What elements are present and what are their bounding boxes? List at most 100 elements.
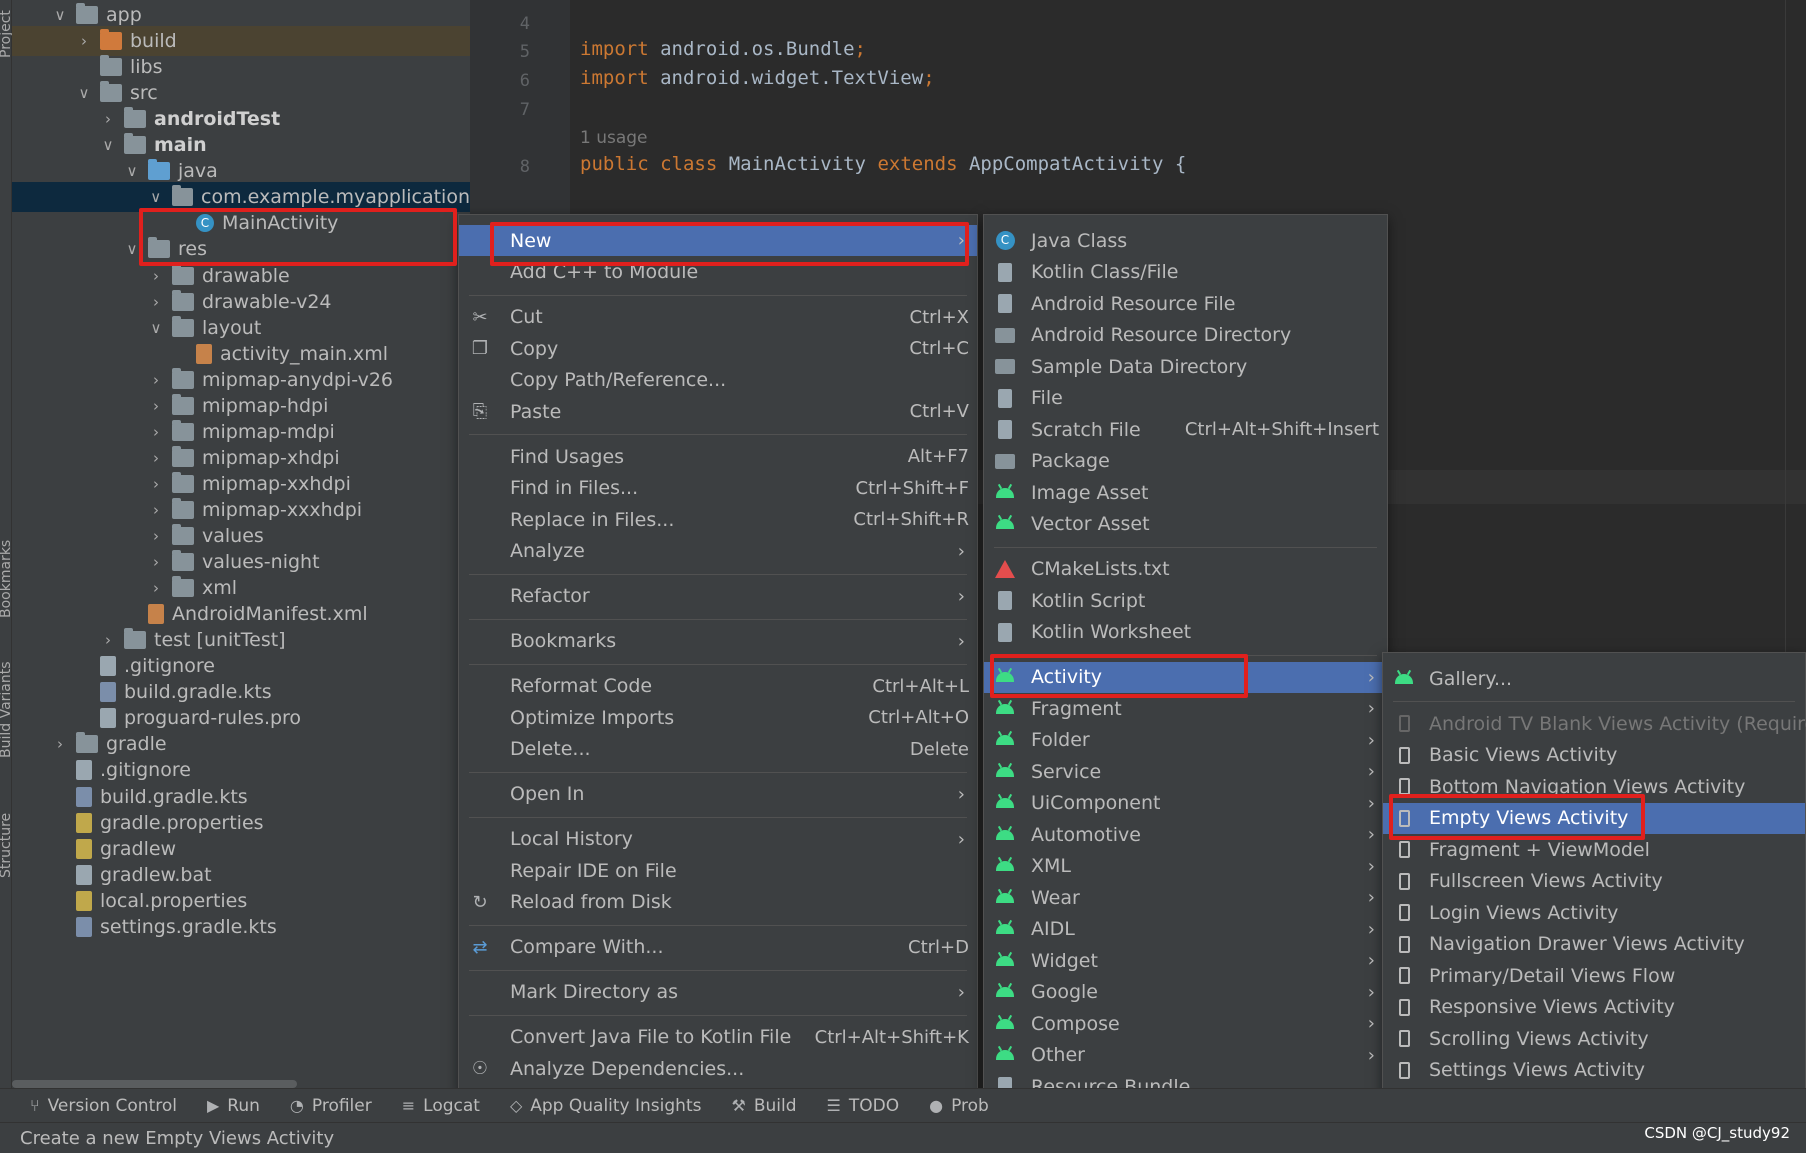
new-item-kotlin-worksheet[interactable]: Kotlin Worksheet [984,617,1387,648]
menu-item-analyze[interactable]: Analyze › [459,536,977,567]
activity-template-login-views-activity[interactable]: Login Views Activity [1383,897,1805,928]
activity-template-responsive-views-activity[interactable]: Responsive Views Activity [1383,992,1805,1023]
chevron-right-icon[interactable]: › [146,553,166,571]
new-item-wear[interactable]: Wear › [984,882,1387,913]
menu-item-reformat-code[interactable]: Reformat Code Ctrl+Alt+L [459,671,977,702]
new-item-file[interactable]: File [984,383,1387,414]
menu-item-open-in[interactable]: Open In › [459,779,977,810]
tool-window-profiler[interactable]: ◔ Profiler [290,1096,372,1116]
menu-item-copy[interactable]: ❐ Copy Ctrl+C [459,333,977,364]
activity-template-fullscreen-views-activity[interactable]: Fullscreen Views Activity [1383,866,1805,897]
chevron-right-icon[interactable]: › [98,631,118,649]
menu-item-new[interactable]: New › [459,225,977,256]
chevron-down-icon[interactable]: ∨ [146,319,166,337]
new-item-xml[interactable]: XML › [984,851,1387,882]
tree-scrollbar[interactable] [12,1080,297,1088]
menu-item-delete[interactable]: Delete... Delete [459,734,977,765]
menu-item-optimize-imports[interactable]: Optimize Imports Ctrl+Alt+O [459,702,977,733]
menu-item-local-history[interactable]: Local History › [459,824,977,855]
chevron-right-icon[interactable]: › [146,371,166,389]
activity-template-basic-views-activity[interactable]: Basic Views Activity [1383,740,1805,771]
chevron-down-icon[interactable]: ∨ [74,84,94,102]
activity-template-fragment-viewmodel[interactable]: Fragment + ViewModel [1383,834,1805,865]
chevron-right-icon[interactable]: › [146,501,166,519]
tool-window-prob[interactable]: ● Prob [929,1096,989,1116]
new-item-java-class[interactable]: C Java Class [984,225,1387,256]
new-item-other[interactable]: Other › [984,1040,1387,1071]
new-item-service[interactable]: Service › [984,756,1387,787]
activity-template-gallery[interactable]: Gallery... [1383,663,1805,694]
new-item-fragment[interactable]: Fragment › [984,693,1387,724]
activity-template-navigation-drawer-views-activity[interactable]: Navigation Drawer Views Activity [1383,929,1805,960]
new-item-activity[interactable]: Activity › [984,661,1387,693]
tree-node[interactable]: settings.gradle.kts [12,912,470,942]
activity-template-primary-detail-views-flow[interactable]: Primary/Detail Views Flow [1383,960,1805,991]
new-item-android-resource-directory[interactable]: Android Resource Directory [984,320,1387,351]
chevron-right-icon[interactable]: › [146,579,166,597]
new-item-widget[interactable]: Widget › [984,945,1387,976]
new-item-package[interactable]: Package [984,446,1387,477]
activity-template-bottom-navigation-views-activity[interactable]: Bottom Navigation Views Activity [1383,771,1805,802]
usage-hint[interactable]: 1 usage [580,128,648,148]
activity-template-scrolling-views-activity[interactable]: Scrolling Views Activity [1383,1023,1805,1054]
new-item-folder[interactable]: Folder › [984,725,1387,756]
menu-item-bookmarks[interactable]: Bookmarks › [459,626,977,657]
menu-item-find-in-files[interactable]: Find in Files... Ctrl+Shift+F [459,473,977,504]
chevron-right-icon[interactable]: › [98,110,118,128]
new-item-cmakelists-txt[interactable]: CMakeLists.txt [984,554,1387,585]
menu-item-repair-ide-on-file[interactable]: Repair IDE on File [459,855,977,886]
menu-item-convert-java-file-to-kotlin-file[interactable]: Convert Java File to Kotlin File Ctrl+Alt… [459,1022,977,1053]
menu-item-paste[interactable]: ⎘ Paste Ctrl+V [459,396,977,427]
doc-icon [994,261,1016,283]
tool-window-app-quality-insights[interactable]: ◇ App Quality Insights [510,1096,702,1116]
menu-item-add-c-to-module[interactable]: Add C++ to Module [459,257,977,288]
new-item-kotlin-script[interactable]: Kotlin Script [984,585,1387,616]
menu-item-compare-with[interactable]: ⇄ Compare With... Ctrl+D [459,932,977,963]
watermark: CSDN @CJ_study92 [1644,1124,1790,1142]
chevron-right-icon[interactable]: › [146,267,166,285]
tool-window-todo[interactable]: ☰ TODO [827,1096,900,1116]
chevron-right-icon[interactable]: › [146,475,166,493]
code-line[interactable]: public class MainActivity extends AppCom… [580,153,1186,175]
tool-window-run[interactable]: ▶ Run [207,1096,260,1116]
chevron-right-icon[interactable]: › [146,449,166,467]
code-line[interactable]: import android.widget.TextView; [580,67,935,89]
menu-item-analyze-dependencies[interactable]: ☉ Analyze Dependencies... [459,1053,977,1084]
menu-item-reload-from-disk[interactable]: ↻ Reload from Disk [459,887,977,918]
new-item-uicomponent[interactable]: UiComponent › [984,788,1387,819]
new-item-vector-asset[interactable]: Vector Asset [984,509,1387,540]
chevron-down-icon[interactable]: ∨ [98,136,118,154]
chevron-down-icon[interactable]: ∨ [146,188,166,206]
activity-template-settings-views-activity[interactable]: Settings Views Activity [1383,1055,1805,1086]
menu-item-refactor[interactable]: Refactor › [459,581,977,612]
chevron-right-icon[interactable]: › [146,527,166,545]
new-item-kotlin-class-file[interactable]: Kotlin Class/File [984,257,1387,288]
chevron-down-icon[interactable]: ∨ [122,162,142,180]
chevron-right-icon[interactable]: › [146,423,166,441]
chevron-right-icon[interactable]: › [50,735,70,753]
menu-item-replace-in-files[interactable]: Replace in Files... Ctrl+Shift+R [459,504,977,535]
new-item-aidl[interactable]: AIDL › [984,914,1387,945]
chevron-right-icon[interactable]: › [146,293,166,311]
menu-item-cut[interactable]: ✂ Cut Ctrl+X [459,302,977,333]
menu-item-find-usages[interactable]: Find Usages Alt+F7 [459,441,977,472]
new-item-scratch-file[interactable]: Scratch File Ctrl+Alt+Shift+Insert [984,414,1387,445]
chevron-down-icon[interactable]: ∨ [122,240,142,258]
chevron-right-icon[interactable]: › [74,32,94,50]
new-item-sample-data-directory[interactable]: Sample Data Directory [984,351,1387,382]
code-line[interactable]: import android.os.Bundle; [580,38,866,60]
tool-window-version-control[interactable]: ⑂ Version Control [30,1096,177,1116]
tool-window-logcat[interactable]: ≡ Logcat [402,1096,480,1116]
chevron-down-icon[interactable]: ∨ [50,6,70,24]
tree-node-label: app [106,4,142,26]
activity-template-empty-views-activity[interactable]: Empty Views Activity [1383,802,1805,834]
new-item-automotive[interactable]: Automotive › [984,819,1387,850]
tool-window-build[interactable]: ⚒ Build [731,1096,796,1116]
new-item-image-asset[interactable]: Image Asset [984,477,1387,508]
menu-item-mark-directory-as[interactable]: Mark Directory as › [459,977,977,1008]
new-item-android-resource-file[interactable]: Android Resource File [984,288,1387,319]
menu-item-copy-path-reference[interactable]: Copy Path/Reference... [459,365,977,396]
new-item-google[interactable]: Google › [984,977,1387,1008]
new-item-compose[interactable]: Compose › [984,1008,1387,1039]
chevron-right-icon[interactable]: › [146,397,166,415]
